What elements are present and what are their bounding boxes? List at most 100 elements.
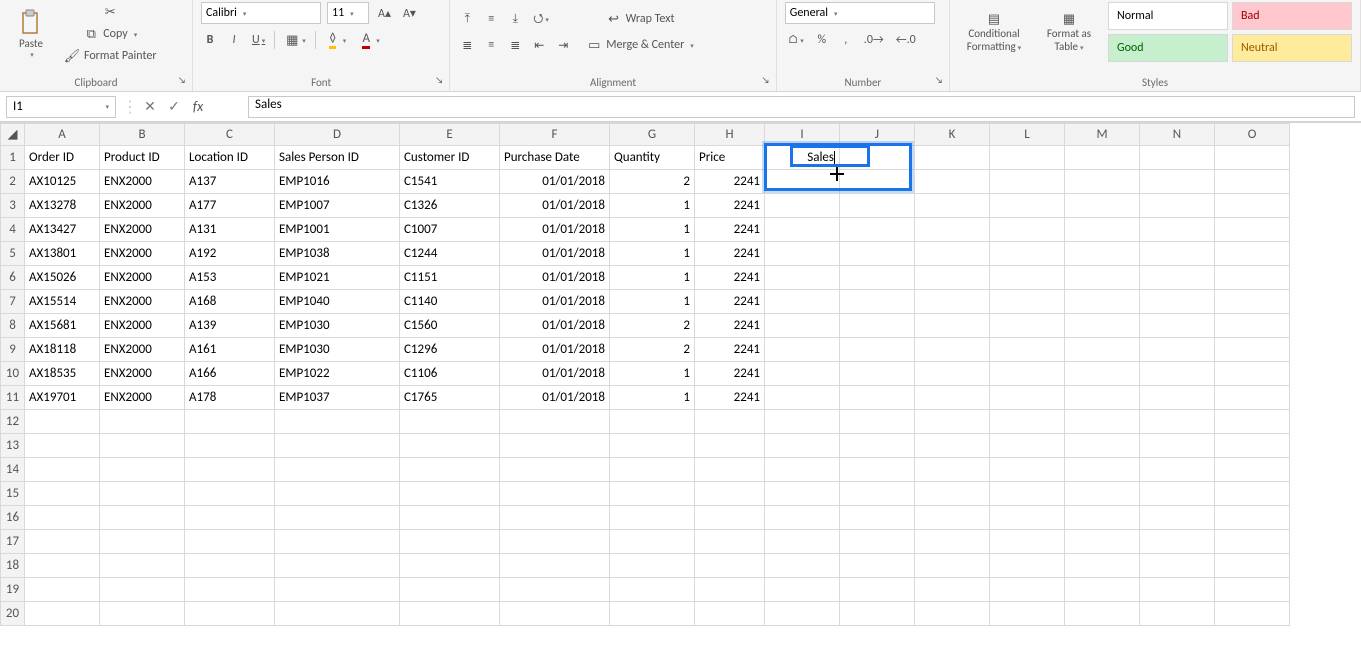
cell[interactable] — [915, 410, 990, 434]
cell[interactable]: EMP1007 — [275, 194, 400, 218]
cell[interactable]: 01/01/2018 — [500, 386, 610, 410]
cell[interactable] — [765, 266, 840, 290]
select-all-button[interactable]: ◢ — [1, 124, 25, 146]
cell[interactable] — [185, 530, 275, 554]
cell[interactable]: 01/01/2018 — [500, 242, 610, 266]
cell[interactable] — [1215, 218, 1290, 242]
cell[interactable] — [185, 410, 275, 434]
cell[interactable]: 2241 — [695, 242, 765, 266]
cell[interactable] — [990, 458, 1065, 482]
cell[interactable] — [765, 362, 840, 386]
cell[interactable] — [1065, 290, 1140, 314]
cell[interactable] — [100, 530, 185, 554]
cell[interactable]: 2241 — [695, 362, 765, 386]
cell[interactable] — [990, 242, 1065, 266]
cell[interactable] — [915, 314, 990, 338]
cell[interactable] — [765, 578, 840, 602]
cell[interactable] — [840, 290, 915, 314]
cell[interactable]: 2241 — [695, 266, 765, 290]
cell[interactable] — [695, 602, 765, 626]
cell[interactable]: ENX2000 — [100, 290, 185, 314]
cell[interactable]: ENX2000 — [100, 242, 185, 266]
cell[interactable]: ENX2000 — [100, 218, 185, 242]
cell[interactable]: 01/01/2018 — [500, 218, 610, 242]
cell[interactable] — [500, 602, 610, 626]
cell[interactable]: EMP1030 — [275, 314, 400, 338]
row-header[interactable]: 10 — [1, 362, 25, 386]
cell[interactable] — [185, 482, 275, 506]
row-header[interactable]: 7 — [1, 290, 25, 314]
cell[interactable] — [100, 602, 185, 626]
cell[interactable] — [990, 338, 1065, 362]
cell[interactable] — [400, 578, 500, 602]
cell[interactable]: AX13278 — [25, 194, 100, 218]
cell[interactable]: 2241 — [695, 338, 765, 362]
column-header[interactable]: O — [1215, 124, 1290, 146]
cell[interactable]: A131 — [185, 218, 275, 242]
cell[interactable] — [765, 554, 840, 578]
cell[interactable] — [990, 578, 1065, 602]
cell[interactable] — [1215, 578, 1290, 602]
cell[interactable] — [1065, 602, 1140, 626]
cell[interactable] — [695, 554, 765, 578]
cell[interactable] — [1065, 266, 1140, 290]
cell[interactable] — [25, 434, 100, 458]
cell[interactable] — [400, 506, 500, 530]
row-header[interactable]: 11 — [1, 386, 25, 410]
cell[interactable] — [610, 530, 695, 554]
cell[interactable] — [840, 386, 915, 410]
cell[interactable] — [840, 218, 915, 242]
row-header[interactable]: 3 — [1, 194, 25, 218]
cell[interactable]: C1296 — [400, 338, 500, 362]
cell[interactable] — [765, 170, 840, 194]
row-header[interactable]: 6 — [1, 266, 25, 290]
cell[interactable] — [915, 602, 990, 626]
cell[interactable] — [1215, 482, 1290, 506]
column-header[interactable]: J — [840, 124, 915, 146]
cell[interactable]: Order ID — [25, 146, 100, 170]
align-left-button[interactable]: ≣ — [458, 35, 476, 55]
column-header[interactable]: L — [990, 124, 1065, 146]
cell[interactable] — [765, 410, 840, 434]
font-size-combo[interactable]: 11▾ — [327, 2, 369, 24]
cell[interactable] — [400, 458, 500, 482]
cell[interactable] — [275, 602, 400, 626]
cell[interactable] — [1140, 194, 1215, 218]
cell[interactable]: ENX2000 — [100, 386, 185, 410]
cell[interactable]: 2 — [610, 338, 695, 362]
row-header[interactable]: 9 — [1, 338, 25, 362]
bold-button[interactable]: B — [201, 30, 219, 50]
cell[interactable] — [275, 434, 400, 458]
column-header[interactable]: I — [765, 124, 840, 146]
cell[interactable]: 2 — [610, 170, 695, 194]
cell[interactable] — [185, 578, 275, 602]
cell[interactable] — [840, 506, 915, 530]
cell[interactable]: EMP1038 — [275, 242, 400, 266]
italic-button[interactable]: I — [225, 30, 243, 50]
cell-editing[interactable]: Sales — [765, 146, 840, 170]
cell[interactable] — [500, 410, 610, 434]
cell[interactable] — [400, 434, 500, 458]
cell[interactable] — [840, 530, 915, 554]
cell[interactable]: 1 — [610, 290, 695, 314]
cell[interactable] — [915, 482, 990, 506]
row-header[interactable]: 4 — [1, 218, 25, 242]
cell[interactable] — [25, 530, 100, 554]
font-name-combo[interactable]: Calibri▾ — [201, 2, 321, 24]
cell[interactable]: Product ID — [100, 146, 185, 170]
dialog-launcher[interactable]: ↘ — [760, 75, 772, 87]
cell[interactable] — [1065, 146, 1140, 170]
cell[interactable] — [1140, 314, 1215, 338]
cell[interactable]: AX18535 — [25, 362, 100, 386]
cell[interactable]: A161 — [185, 338, 275, 362]
cell[interactable] — [25, 410, 100, 434]
column-header[interactable]: H — [695, 124, 765, 146]
increase-font-button[interactable]: A▴ — [375, 3, 394, 23]
cell[interactable] — [500, 434, 610, 458]
cell[interactable] — [695, 434, 765, 458]
cell[interactable]: Quantity — [610, 146, 695, 170]
cell[interactable] — [695, 578, 765, 602]
cell[interactable] — [1215, 266, 1290, 290]
cell[interactable]: C1541 — [400, 170, 500, 194]
cell[interactable] — [1215, 554, 1290, 578]
